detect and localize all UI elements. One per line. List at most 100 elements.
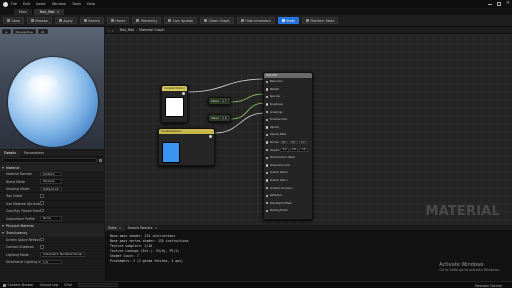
material-pin-row[interactable]: Metallic <box>264 86 312 94</box>
tab-stats[interactable]: Stats × <box>105 224 125 231</box>
source-control-button[interactable]: Revision Control <box>475 284 502 288</box>
material-pin-row[interactable]: Ambient Occlusion <box>264 184 312 192</box>
material-output-node[interactable]: Test_Mat Base Color Metallic Specular Rough… <box>263 72 313 220</box>
apply-button[interactable]: Apply <box>54 17 77 24</box>
forward-icon[interactable]: › <box>112 28 114 33</box>
input-pin-icon[interactable] <box>266 110 269 114</box>
hierarchy-button[interactable]: Hierarchy <box>132 17 162 24</box>
input-pin-icon[interactable] <box>266 95 269 99</box>
input-pin-icon[interactable] <box>266 141 269 144</box>
material-pin-row[interactable]: Refraction <box>264 192 312 200</box>
browse-button[interactable]: Browse <box>26 17 52 24</box>
menu-help[interactable]: Help <box>87 2 95 6</box>
pin-default-value[interactable]: 0.0 <box>279 140 289 145</box>
breadcrumb-graph[interactable]: Material Graph <box>139 28 164 32</box>
input-pin-icon[interactable] <box>266 103 269 106</box>
input-pin-icon[interactable] <box>266 186 269 190</box>
menu-file[interactable]: File <box>11 2 17 6</box>
material-pin-row[interactable]: Opacity Mask <box>264 131 312 139</box>
maximize-icon[interactable] <box>496 2 501 6</box>
pin-default-value[interactable]: 0.0 <box>289 148 299 153</box>
material-pin-row[interactable]: Shading Model <box>264 207 312 215</box>
close-icon[interactable]: × <box>506 1 510 6</box>
lit-button[interactable]: Lit <box>37 29 48 34</box>
tab-parameters[interactable]: Parameters <box>20 150 48 157</box>
menu-asset[interactable]: Asset <box>36 2 46 6</box>
tab-close-icon[interactable]: × <box>154 226 157 230</box>
minimize-icon[interactable] <box>487 4 492 5</box>
property-dropdown[interactable]: Volumetric NonDirectional <box>40 252 86 257</box>
search-button[interactable]: Search <box>79 17 104 24</box>
home-button[interactable]: Home <box>106 17 130 24</box>
pin-default-value[interactable]: 1.0 <box>298 140 307 145</box>
clean-graph-button[interactable]: Clean Graph <box>200 17 234 24</box>
material-pin-row[interactable]: Subsurface Color <box>264 162 312 170</box>
input-pin-icon[interactable] <box>266 164 269 167</box>
input-pin-icon[interactable] <box>266 194 269 197</box>
content-drawer-button[interactable]: Content Drawer <box>3 283 34 287</box>
property-checkbox[interactable] <box>40 237 44 242</box>
tab-search-results[interactable]: Search Results × <box>125 225 161 231</box>
stats-button[interactable]: Stats <box>277 17 299 24</box>
tab-close-icon[interactable]: × <box>119 226 122 230</box>
input-pin-icon[interactable] <box>266 209 269 213</box>
input-pin-icon[interactable] <box>266 133 269 137</box>
section-translucency[interactable]: Translucency <box>0 229 104 237</box>
property-checkbox[interactable] <box>40 201 44 206</box>
property-checkbox[interactable] <box>40 208 44 213</box>
material-pin-row[interactable]: Opacity <box>264 124 312 132</box>
tab-main[interactable]: Main <box>14 8 33 15</box>
property-checkbox[interactable] <box>40 194 44 198</box>
section-material[interactable]: Material <box>0 164 104 171</box>
perspective-button[interactable]: Perspective <box>12 29 36 34</box>
input-pin-icon[interactable] <box>266 179 269 182</box>
input-pin-icon[interactable] <box>266 171 269 175</box>
constant-value[interactable]: 0.8 <box>219 115 230 120</box>
property-checkbox[interactable] <box>40 245 44 249</box>
material-pin-row[interactable]: Custom Data 1 <box>264 177 312 185</box>
section-physical[interactable]: Physical Material <box>0 222 104 230</box>
console-input[interactable] <box>77 283 118 287</box>
pin-default-value[interactable]: 0.0 <box>280 148 289 153</box>
live-update-button[interactable]: Live Update <box>164 17 198 24</box>
input-pin-icon[interactable] <box>266 156 269 159</box>
breadcrumb-asset[interactable]: Test_Mat <box>119 28 134 32</box>
property-dropdown[interactable]: Surface <box>40 171 62 177</box>
details-search-input[interactable] <box>2 158 97 163</box>
input-pin-icon[interactable] <box>266 148 269 152</box>
menu-tools[interactable]: Tools <box>72 2 81 6</box>
output-log-button[interactable]: Output Log <box>40 283 58 287</box>
platform-stats-button[interactable]: Platform Stats <box>301 17 339 24</box>
pin-default-value[interactable]: 0.0 <box>289 140 298 145</box>
property-dropdown[interactable]: Default Lit <box>40 186 62 192</box>
tab-test-mat[interactable]: Test_Mat × <box>34 8 65 15</box>
hide-unrelated-button[interactable]: Hide Unrelated <box>236 17 275 24</box>
input-pin-icon[interactable] <box>266 126 269 129</box>
constant3vector-node[interactable]: Constant3Vector <box>161 85 188 123</box>
tab-close-icon[interactable]: × <box>57 10 60 14</box>
material-pin-row[interactable]: Specular <box>264 93 312 101</box>
material-pin-row[interactable]: Anisotropy <box>264 108 312 116</box>
constant-value[interactable]: 0.5 <box>219 98 230 103</box>
material-graph-canvas[interactable]: ‹ › Test_Mat › Material Graph Constant3Vec… <box>105 27 512 225</box>
constant-node-1[interactable]: Value 0.5 <box>208 97 231 105</box>
property-dropdown[interactable]: None <box>40 216 62 221</box>
tab-details[interactable]: Details <box>0 149 21 157</box>
cmd-button[interactable]: Cmd <box>64 283 72 287</box>
material-pin-row[interactable]: Roughness <box>264 101 312 109</box>
save-button[interactable]: Save <box>3 17 24 24</box>
menu-edit[interactable]: Edit <box>23 2 30 6</box>
back-icon[interactable]: ‹ <box>108 28 110 33</box>
input-pin-icon[interactable] <box>266 80 269 83</box>
input-pin-icon[interactable] <box>266 118 269 121</box>
constant-node-2[interactable]: Value 0.8 <box>208 114 231 122</box>
property-dropdown[interactable]: Opaque <box>40 179 62 184</box>
pin-default-value[interactable]: 1.0 <box>299 148 308 153</box>
material-pin-row[interactable]: Emissive Color <box>264 116 312 124</box>
preview-viewport[interactable]: ≡ Perspective Lit <box>0 27 104 149</box>
material-pin-row[interactable]: Tangent 0.0 0.0 1.0 <box>264 146 312 154</box>
material-pin-row[interactable]: World Position Offset <box>264 154 312 162</box>
input-pin-icon[interactable] <box>266 88 269 91</box>
material-pin-row[interactable]: Base Color <box>264 78 312 86</box>
material-pin-row[interactable]: Custom Data 0 <box>264 169 312 177</box>
